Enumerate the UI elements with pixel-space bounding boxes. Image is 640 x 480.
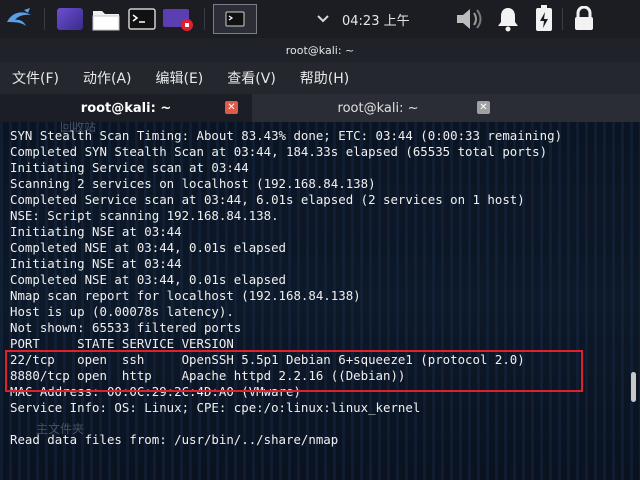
notification-bell-icon[interactable] bbox=[492, 4, 524, 34]
menu-view[interactable]: 查看(V) bbox=[223, 66, 280, 90]
panel-separator bbox=[44, 8, 45, 30]
menu-file[interactable]: 文件(F) bbox=[8, 66, 63, 90]
terminal-line: NSE: Script scanning 192.168.84.138. bbox=[10, 208, 279, 223]
kali-menu-icon[interactable] bbox=[0, 4, 38, 34]
terminal-scrollbar[interactable] bbox=[631, 372, 636, 402]
chevron-down-icon[interactable] bbox=[312, 4, 334, 34]
terminal-line: Read data files from: /usr/bin/../share/… bbox=[10, 432, 339, 447]
lock-icon[interactable] bbox=[570, 4, 598, 34]
terminal-line: Completed SYN Stealth Scan at 03:44, 184… bbox=[10, 144, 548, 159]
tab-terminal-1[interactable]: root@kali: ~ ✕ bbox=[0, 94, 252, 122]
menu-help[interactable]: 帮助(H) bbox=[296, 66, 353, 90]
close-icon[interactable]: ✕ bbox=[225, 101, 238, 114]
terminal-line: Not shown: 65533 filtered ports bbox=[10, 320, 242, 335]
terminal-line: Initiating NSE at 03:44 bbox=[10, 256, 182, 271]
menu-action[interactable]: 动作(A) bbox=[79, 66, 136, 90]
power-charge-icon[interactable] bbox=[530, 4, 558, 34]
workspace-icon[interactable] bbox=[54, 4, 86, 34]
desktop-screen: 04:23 上午 root@kali: ~ 文件(F) 动作(A) 编辑(E) … bbox=[0, 0, 640, 480]
file-manager-icon[interactable] bbox=[90, 4, 122, 34]
terminal-line: Initiating Service scan at 03:44 bbox=[10, 160, 249, 175]
screen-recorder-icon[interactable] bbox=[162, 4, 194, 34]
terminal-line: SYN Stealth Scan Timing: About 83.43% do… bbox=[10, 128, 563, 143]
terminal-text: SYN Stealth Scan Timing: About 83.43% do… bbox=[10, 128, 562, 448]
panel-separator bbox=[204, 8, 205, 30]
tab-bar: root@kali: ~ ✕ root@kali: ~ ✕ bbox=[0, 94, 640, 122]
terminal-task-icon[interactable] bbox=[213, 4, 257, 34]
terminal-line: Scanning 2 services on localhost (192.16… bbox=[10, 176, 376, 191]
tab-terminal-2[interactable]: root@kali: ~ ✕ bbox=[252, 94, 504, 122]
terminal-app-icon[interactable] bbox=[126, 4, 158, 34]
top-panel: 04:23 上午 bbox=[0, 0, 640, 38]
menu-bar: 文件(F) 动作(A) 编辑(E) 查看(V) 帮助(H) bbox=[0, 62, 640, 94]
menu-edit[interactable]: 编辑(E) bbox=[152, 66, 208, 90]
volume-icon[interactable] bbox=[452, 4, 486, 34]
close-icon[interactable]: ✕ bbox=[477, 101, 490, 114]
terminal-output[interactable]: 回收站 主文件夹 SYN Stealth Scan Timing: About … bbox=[0, 122, 640, 480]
terminal-line: Completed NSE at 03:44, 0.01s elapsed bbox=[10, 240, 287, 255]
terminal-line: Service Info: OS: Linux; CPE: cpe:/o:lin… bbox=[10, 400, 421, 415]
terminal-line: Nmap scan report for localhost (192.168.… bbox=[10, 288, 361, 303]
annotation-highlight-box bbox=[5, 350, 583, 392]
panel-clock[interactable]: 04:23 上午 bbox=[342, 4, 418, 34]
terminal-line: Host is up (0.00078s latency). bbox=[10, 304, 234, 319]
tab-label: root@kali: ~ bbox=[337, 100, 419, 116]
tab-label: root@kali: ~ bbox=[80, 100, 172, 116]
window-title: root@kali: ~ bbox=[0, 38, 640, 62]
terminal-line: Completed Service scan at 03:44, 6.01s e… bbox=[10, 192, 525, 207]
panel-separator bbox=[562, 8, 563, 30]
terminal-line: Initiating NSE at 03:44 bbox=[10, 224, 182, 239]
terminal-line: Completed NSE at 03:44, 0.01s elapsed bbox=[10, 272, 287, 287]
